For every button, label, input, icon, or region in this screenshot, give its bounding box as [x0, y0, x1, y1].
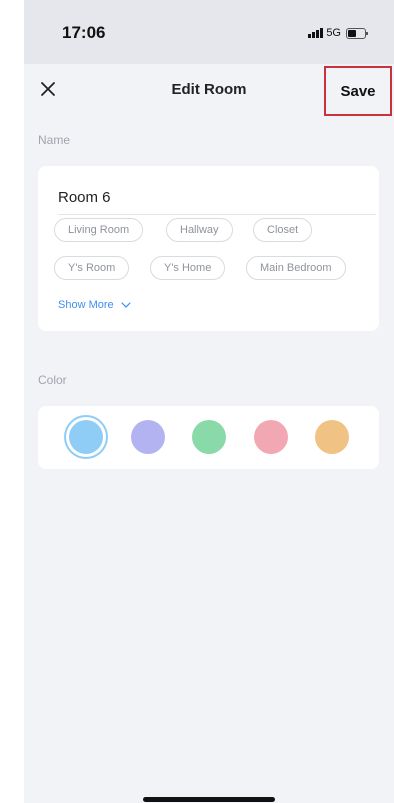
show-more-label: Show More [58, 299, 114, 311]
status-bar: 17:06 5G [24, 0, 394, 64]
signal-icon [308, 28, 324, 38]
name-section-label: Name [38, 133, 71, 147]
suggestion-chip[interactable]: Y's Home [150, 256, 226, 280]
color-swatch[interactable] [254, 420, 288, 454]
status-indicators: 5G [308, 27, 368, 39]
chevron-down-icon [121, 302, 131, 308]
suggestion-chip[interactable]: Living Room [54, 218, 144, 242]
suggestion-chip[interactable]: Hallway [166, 218, 233, 242]
color-card [38, 406, 379, 469]
nav-bar: Edit Room Save [24, 64, 394, 116]
home-indicator [143, 797, 275, 802]
battery-icon [346, 27, 368, 39]
suggestion-chip[interactable]: Y's Room [54, 256, 130, 280]
phone-screen: 17:06 5G Edit Room Save Name Living Room… [24, 0, 394, 803]
name-card: Living Room Hallway Closet Y's Room Y's … [38, 166, 379, 331]
color-swatch[interactable] [69, 420, 103, 454]
color-swatch[interactable] [315, 420, 349, 454]
save-button[interactable]: Save [324, 66, 392, 116]
color-swatch[interactable] [131, 420, 165, 454]
show-more-button[interactable]: Show More [58, 299, 132, 311]
color-section-label: Color [38, 373, 67, 387]
suggestion-chip[interactable]: Closet [253, 218, 313, 242]
status-time: 17:06 [62, 23, 106, 42]
room-name-input[interactable] [58, 186, 376, 215]
network-type: 5G [326, 27, 341, 39]
color-swatch[interactable] [192, 420, 226, 454]
suggestion-chip[interactable]: Main Bedroom [246, 256, 346, 280]
